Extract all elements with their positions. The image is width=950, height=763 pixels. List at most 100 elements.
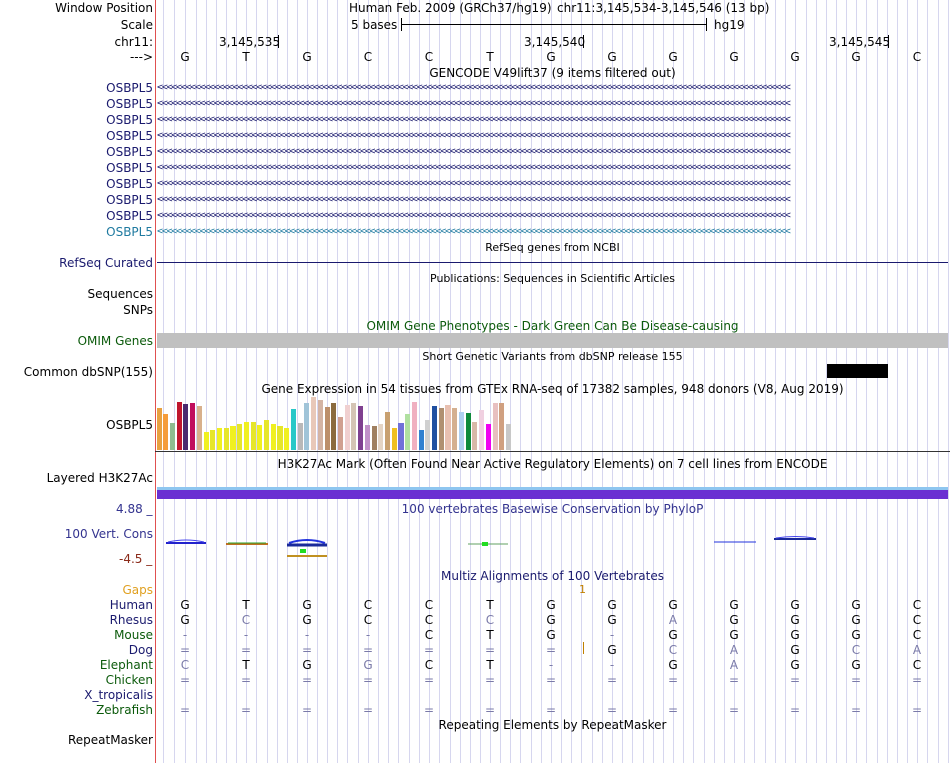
gtex-tissue-bar[interactable] (290, 409, 296, 450)
gencode-transcript-label[interactable]: OSBPL5 (106, 193, 153, 207)
multiz-species-label[interactable]: X_tropicalis (84, 688, 153, 702)
gencode-transcript-strand[interactable]: <<<<<<<<<<<<<<<<<<<<<<<<<<<<<<<<<<<<<<<<… (157, 97, 948, 111)
gencode-transcript-strand[interactable]: <<<<<<<<<<<<<<<<<<<<<<<<<<<<<<<<<<<<<<<<… (157, 113, 948, 127)
gtex-tissue-bar[interactable] (264, 420, 270, 450)
gtex-tissue-bar[interactable] (183, 404, 189, 450)
gtex-tissue-bar[interactable] (458, 412, 464, 450)
gtex-tissue-bar[interactable] (384, 412, 391, 450)
gtex-tissue-bar[interactable] (324, 407, 330, 450)
multiz-species-label[interactable]: Human (110, 598, 153, 612)
repeatmasker-label[interactable]: RepeatMasker (68, 733, 153, 747)
gtex-tissue-bar[interactable] (479, 410, 485, 450)
gencode-transcript-strand[interactable]: <<<<<<<<<<<<<<<<<<<<<<<<<<<<<<<<<<<<<<<<… (157, 145, 948, 159)
gtex-tissue-bar[interactable] (432, 406, 438, 450)
gtex-title[interactable]: Gene Expression in 54 tissues from GTEx … (155, 382, 950, 396)
phylop-label[interactable]: 100 Vert. Cons (65, 527, 153, 541)
gencode-transcript-label[interactable]: OSBPL5 (106, 129, 153, 143)
gtex-tissue-bar[interactable] (169, 423, 176, 450)
gtex-tissue-bar[interactable] (210, 430, 216, 450)
gtex-tissue-bar[interactable] (331, 403, 337, 450)
gtex-tissue-bar[interactable] (297, 423, 303, 450)
publications-label-snps[interactable]: SNPs (123, 303, 153, 317)
gtex-tissue-bar[interactable] (243, 422, 249, 450)
gencode-transcript-label[interactable]: OSBPL5 (106, 225, 153, 239)
gencode-transcript-strand[interactable]: <<<<<<<<<<<<<<<<<<<<<<<<<<<<<<<<<<<<<<<<… (157, 161, 948, 175)
gtex-tissue-bar[interactable] (277, 426, 283, 450)
dbsnp-label[interactable]: Common dbSNP(155) (24, 365, 153, 379)
multiz-species-label[interactable]: Elephant (100, 658, 153, 672)
gtex-tissue-bar[interactable] (505, 424, 512, 450)
gencode-transcript-strand[interactable]: <<<<<<<<<<<<<<<<<<<<<<<<<<<<<<<<<<<<<<<<… (157, 177, 948, 191)
phylop-title[interactable]: 100 vertebrates Basewise Conservation by… (155, 502, 950, 516)
gencode-transcript-strand[interactable]: <<<<<<<<<<<<<<<<<<<<<<<<<<<<<<<<<<<<<<<<… (157, 129, 948, 143)
gtex-tissue-bar[interactable] (237, 424, 243, 450)
gtex-tissue-bar[interactable] (405, 414, 411, 450)
gtex-tissue-bar[interactable] (398, 423, 404, 450)
gtex-tissue-bar[interactable] (284, 428, 290, 450)
gencode-title[interactable]: GENCODE V49lift37 (9 items filtered out) (155, 66, 950, 80)
gtex-tissue-bar[interactable] (445, 405, 451, 450)
gencode-transcript-label[interactable]: OSBPL5 (106, 113, 153, 127)
gtex-tissue-bar[interactable] (250, 422, 256, 450)
repeatmasker-title[interactable]: Repeating Elements by RepeatMasker (155, 718, 950, 732)
refseq-gene-line[interactable] (157, 262, 948, 263)
gtex-tissue-bar[interactable] (304, 403, 310, 450)
gencode-transcript-label[interactable]: OSBPL5 (106, 177, 153, 191)
omim-feature-bar[interactable] (157, 333, 948, 348)
gtex-tissue-bar[interactable] (317, 400, 323, 450)
gtex-tissue-bar[interactable] (203, 432, 209, 450)
refseq-label[interactable]: RefSeq Curated (59, 256, 153, 270)
refseq-title[interactable]: RefSeq genes from NCBI (155, 241, 950, 255)
publications-title[interactable]: Publications: Sequences in Scientific Ar… (155, 272, 950, 286)
h3k27ac-signal[interactable] (157, 487, 948, 499)
gtex-tissue-bar[interactable] (485, 424, 491, 450)
gtex-tissue-bar[interactable] (163, 414, 169, 450)
gencode-transcript-strand[interactable]: <<<<<<<<<<<<<<<<<<<<<<<<<<<<<<<<<<<<<<<<… (157, 81, 948, 95)
window-position-value[interactable]: chr11:3,145,534-3,145,546 (13 bp) (557, 1, 769, 15)
gtex-tissue-bar[interactable] (492, 403, 498, 450)
omim-label[interactable]: OMIM Genes (78, 334, 153, 348)
gtex-tissue-bar[interactable] (351, 403, 357, 450)
multiz-species-label[interactable]: Mouse (114, 628, 153, 642)
gencode-transcript-label[interactable]: OSBPL5 (106, 81, 153, 95)
gencode-transcript-label[interactable]: OSBPL5 (106, 97, 153, 111)
multiz-species-label[interactable]: Zebrafish (96, 703, 153, 717)
gtex-tissue-bar[interactable] (364, 425, 370, 450)
gtex-tissue-bar[interactable] (371, 426, 377, 450)
gtex-tissue-bar[interactable] (156, 408, 162, 450)
omim-title[interactable]: OMIM Gene Phenotypes - Dark Green Can Be… (155, 319, 950, 333)
gencode-transcript-label[interactable]: OSBPL5 (106, 161, 153, 175)
gtex-tissue-bar[interactable] (216, 428, 223, 450)
dbsnp-variant[interactable] (827, 364, 888, 378)
gtex-tissue-bar[interactable] (418, 430, 424, 450)
gtex-tissue-bar[interactable] (411, 402, 417, 450)
gtex-tissue-bar[interactable] (311, 397, 317, 450)
gtex-tissue-bar[interactable] (425, 420, 431, 450)
gtex-tissue-bar[interactable] (344, 405, 350, 450)
gencode-transcript-strand[interactable]: <<<<<<<<<<<<<<<<<<<<<<<<<<<<<<<<<<<<<<<<… (157, 209, 948, 223)
gtex-tissue-bar[interactable] (358, 406, 364, 450)
gtex-tissue-bar[interactable] (337, 417, 344, 450)
gtex-tissue-bar[interactable] (270, 424, 276, 450)
gtex-tissue-bar[interactable] (190, 403, 196, 450)
gtex-tissue-bar[interactable] (196, 406, 202, 450)
gtex-label[interactable]: OSBPL5 (106, 418, 153, 432)
gtex-tissue-bar[interactable] (465, 413, 471, 450)
multiz-title[interactable]: Multiz Alignments of 100 Vertebrates (155, 569, 950, 583)
gtex-tissue-bar[interactable] (499, 403, 505, 450)
gtex-tissue-bar[interactable] (452, 408, 458, 450)
gencode-transcript-label[interactable]: OSBPL5 (106, 209, 153, 223)
gencode-transcript-strand[interactable]: <<<<<<<<<<<<<<<<<<<<<<<<<<<<<<<<<<<<<<<<… (157, 193, 948, 207)
gencode-transcript-strand[interactable]: <<<<<<<<<<<<<<<<<<<<<<<<<<<<<<<<<<<<<<<<… (157, 225, 948, 239)
h3k27ac-title[interactable]: H3K27Ac Mark (Often Found Near Active Re… (155, 457, 950, 471)
multiz-species-label[interactable]: Dog (129, 643, 153, 657)
phylop-signal[interactable] (156, 535, 950, 560)
h3k27ac-label[interactable]: Layered H3K27Ac (47, 471, 153, 485)
gtex-tissue-bar[interactable] (378, 424, 384, 450)
gtex-tissue-bar[interactable] (223, 428, 229, 450)
publications-label-sequences[interactable]: Sequences (88, 287, 153, 301)
gtex-bar-chart[interactable] (156, 396, 950, 450)
gtex-tissue-bar[interactable] (257, 425, 263, 450)
gencode-transcript-label[interactable]: OSBPL5 (106, 145, 153, 159)
gtex-tissue-bar[interactable] (391, 428, 397, 450)
